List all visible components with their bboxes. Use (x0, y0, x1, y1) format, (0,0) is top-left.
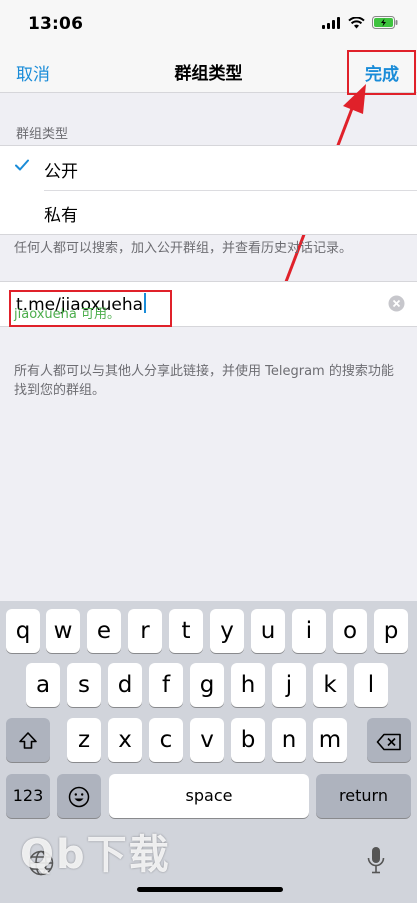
key-x[interactable]: x (108, 718, 142, 762)
clear-icon[interactable] (388, 295, 405, 312)
public-description: 任何人都可以搜索，加入公开群组，并查看历史对话记录。 (14, 241, 353, 256)
key-l[interactable]: l (354, 663, 388, 707)
key-n[interactable]: n (272, 718, 306, 762)
share-description: 所有人都可以与其他人分享此链接，并使用 Telegram 的搜索功能找到您的群组… (14, 364, 394, 398)
key-a[interactable]: a (26, 663, 60, 707)
key-s[interactable]: s (67, 663, 101, 707)
key-c[interactable]: c (149, 718, 183, 762)
option-label: 私有 (44, 206, 78, 226)
home-indicator (137, 887, 283, 892)
section-label: 群组类型 (16, 127, 69, 142)
emoji-icon (68, 786, 90, 808)
option-public[interactable]: 公开 (0, 146, 417, 190)
key-d[interactable]: d (108, 663, 142, 707)
key-o[interactable]: o (333, 609, 367, 653)
key-k[interactable]: k (313, 663, 347, 707)
key-p[interactable]: p (374, 609, 408, 653)
checkmark-icon (15, 159, 29, 171)
emoji-key[interactable] (57, 774, 101, 818)
key-f[interactable]: f (149, 663, 183, 707)
watermark: Qb下载 (20, 832, 171, 878)
group-type-options: 公开 私有 (0, 145, 417, 235)
key-e[interactable]: e (87, 609, 121, 653)
key-m[interactable]: m (313, 718, 347, 762)
key-q[interactable]: q (6, 609, 40, 653)
key-z[interactable]: z (67, 718, 101, 762)
key-j[interactable]: j (272, 663, 306, 707)
space-key[interactable]: space (109, 774, 309, 818)
key-y[interactable]: y (210, 609, 244, 653)
key-u[interactable]: u (251, 609, 285, 653)
key-t[interactable]: t (169, 609, 203, 653)
key-b[interactable]: b (231, 718, 265, 762)
key-h[interactable]: h (231, 663, 265, 707)
option-private[interactable]: 私有 (0, 190, 417, 234)
option-label: 公开 (44, 162, 78, 182)
numbers-key[interactable]: 123 (6, 774, 50, 818)
shift-icon (19, 732, 37, 749)
shift-key[interactable] (6, 718, 50, 762)
key-r[interactable]: r (128, 609, 162, 653)
key-w[interactable]: w (46, 609, 80, 653)
backspace-key[interactable] (367, 718, 411, 762)
availability-status: jiaoxueha 可用。 (14, 307, 121, 322)
key-g[interactable]: g (190, 663, 224, 707)
key-i[interactable]: i (292, 609, 326, 653)
microphone-icon[interactable] (366, 846, 386, 876)
key-v[interactable]: v (190, 718, 224, 762)
return-key[interactable]: return (316, 774, 411, 818)
backspace-icon (376, 733, 401, 751)
